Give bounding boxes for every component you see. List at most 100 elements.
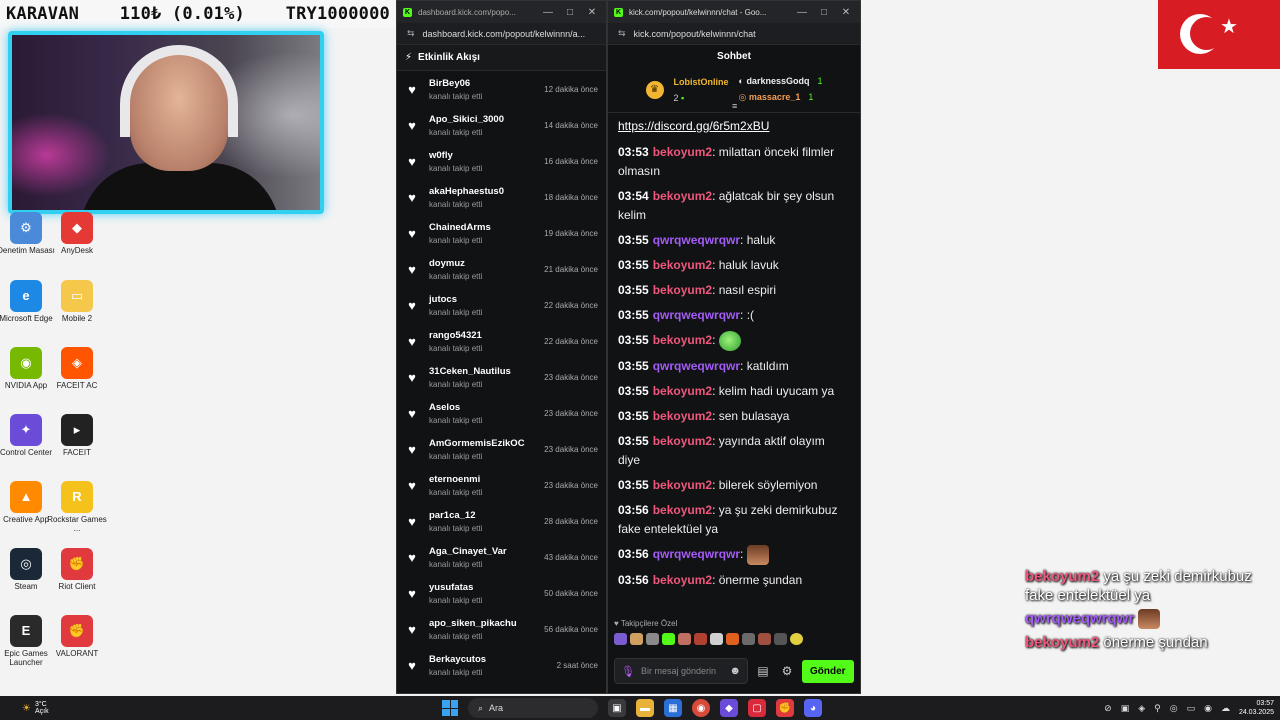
chrome-icon[interactable]: ◉ (692, 699, 710, 717)
message-username[interactable]: bekoyum2 (653, 145, 712, 159)
activity-event-row[interactable]: ♥ yusufatas kanalı takip etti 50 dakika önc… (397, 575, 606, 611)
discord-icon[interactable]: ◕ (804, 699, 822, 717)
site-info-icon[interactable]: ⇆ (618, 28, 626, 39)
third-gifter[interactable]: ◎ massacre_1 1 (739, 92, 823, 103)
dashboard-titlebar[interactable]: K dashboard.kick.com/popo... — □ ✕ (397, 1, 606, 23)
top-gifters-bar[interactable]: ♛ LobistOnline 2 ▪ ◐ darknessGodq 1 ◎ mas… (608, 67, 860, 113)
mic-icon[interactable]: 🎙 (621, 665, 635, 678)
activity-event-row[interactable]: ♥ Apo_Sikici_3000 kanalı takip etti 14 daki… (397, 107, 606, 143)
dashboard-url-bar[interactable]: ⇆ dashboard.kick.com/popout/kelwinnn/a..… (397, 23, 606, 45)
activity-event-row[interactable]: ♥ rango54321 kanalı takip etti 22 dakika ön… (397, 323, 606, 359)
chat-message[interactable]: 03:56 bekoyum2: ya şu zeki demirkubuz fak… (618, 501, 850, 539)
activity-event-row[interactable]: ♥ jutocs kanalı takip etti 22 dakika önce (397, 287, 606, 323)
chat-input[interactable]: 🎙 Bir mesaj gönderin ☻ (614, 658, 748, 684)
tray-icon[interactable]: ▭ (1187, 703, 1196, 714)
weather-widget[interactable]: ☀ 3°C Açık (0, 701, 49, 715)
desktop-icon[interactable]: ✊ Riot Client (46, 548, 108, 591)
close-button[interactable]: ✕ (838, 7, 854, 18)
message-username[interactable]: qwrqweqwrqwr (653, 308, 740, 322)
file-explorer-icon[interactable]: ▬ (636, 699, 654, 717)
chat-message[interactable]: 03:53 bekoyum2: milattan önceki filmler o… (618, 143, 850, 181)
activity-event-row[interactable]: ♥ apo_siken_pikachu kanalı takip etti 56 da… (397, 611, 606, 647)
desktop-icon[interactable]: ✊ VALORANT (46, 615, 108, 658)
app-icon[interactable]: ✊ (776, 699, 794, 717)
taskbar-search[interactable]: ⌕ Ara (468, 698, 598, 718)
chat-message[interactable]: 03:55 bekoyum2: (618, 331, 850, 351)
activity-event-row[interactable]: ♥ BirBey06 kanalı takip etti 12 dakika önce (397, 71, 606, 107)
emote[interactable] (726, 633, 739, 645)
emote[interactable] (758, 633, 771, 645)
desktop-icon[interactable]: ◈ FACEIT AC (46, 347, 108, 390)
message-username[interactable]: qwrqweqwrqwr (653, 359, 740, 373)
emote[interactable] (630, 633, 643, 645)
chat-titlebar[interactable]: K kick.com/popout/kelwinnn/chat - Goo...… (608, 1, 860, 23)
message-username[interactable]: bekoyum2 (653, 409, 712, 423)
tray-icon[interactable]: ⚲ (1154, 703, 1161, 714)
chat-window[interactable]: K kick.com/popout/kelwinnn/chat - Goo...… (607, 0, 861, 694)
emoji-icon[interactable]: ☻ (729, 665, 741, 677)
chat-message[interactable]: 03:55 qwrqweqwrqwr: haluk (618, 231, 850, 250)
second-gifter[interactable]: ◐ darknessGodq 1 (739, 76, 823, 86)
chat-message[interactable]: 03:55 qwrqweqwrqwr: :( (618, 306, 850, 325)
tray-icon[interactable]: ◎ (1170, 703, 1178, 714)
site-info-icon[interactable]: ⇆ (407, 28, 415, 39)
emote[interactable] (614, 633, 627, 645)
tray-icon[interactable]: ◉ (1204, 703, 1212, 714)
message-username[interactable]: bekoyum2 (653, 573, 712, 587)
activity-event-row[interactable]: ♥ doymuz kanalı takip etti 21 dakika önce (397, 251, 606, 287)
windows-start-icon[interactable] (442, 700, 458, 716)
activity-event-row[interactable]: ♥ Aga_Cinayet_Var kanalı takip etti 43 daki… (397, 539, 606, 575)
activity-event-row[interactable]: ♥ 31Ceken_Nautilus kanalı takip etti 23 dak… (397, 359, 606, 395)
activity-event-row[interactable]: ♥ par1ca_12 kanalı takip etti 28 dakika önc… (397, 503, 606, 539)
activity-event-row[interactable]: ♥ akaHephaestus0 kanalı takip etti 18 dakik… (397, 179, 606, 215)
chat-message[interactable]: 03:56 bekoyum2: önerme şundan (618, 571, 850, 590)
close-button[interactable]: ✕ (584, 7, 600, 18)
emote[interactable] (694, 633, 707, 645)
activity-event-row[interactable]: ♥ ChainedArms kanalı takip etti 19 dakika ö… (397, 215, 606, 251)
chat-message[interactable]: 03:55 bekoyum2: sen bulasaya (618, 407, 850, 426)
message-username[interactable]: bekoyum2 (653, 384, 712, 398)
maximize-button[interactable]: □ (816, 7, 832, 18)
desktop-icon[interactable]: ◆ AnyDesk (46, 212, 108, 255)
chat-message[interactable]: 03:54 bekoyum2: ağlatcak bir şey olsun ke… (618, 187, 850, 225)
message-username[interactable]: bekoyum2 (653, 258, 712, 272)
chat-messages[interactable]: https://discord.gg/6r5m2xBU 03:53 bekoyum… (608, 113, 860, 606)
clock[interactable]: 03:57 24.03.2025 (1239, 699, 1274, 717)
top-gifter[interactable]: LobistOnline (674, 77, 729, 87)
emote[interactable] (790, 633, 803, 645)
chat-message[interactable]: 03:55 bekoyum2: bilerek söylemiyon (618, 476, 850, 495)
emote[interactable] (710, 633, 723, 645)
dashboard-window[interactable]: K dashboard.kick.com/popo... — □ ✕ ⇆ das… (396, 0, 607, 694)
message-username[interactable]: bekoyum2 (653, 189, 712, 203)
tray-icon[interactable]: ◈ (1138, 703, 1145, 714)
discord-link[interactable]: https://discord.gg/6r5m2xBU (618, 117, 850, 135)
gear-icon[interactable]: ⚙ (778, 664, 796, 678)
message-username[interactable]: bekoyum2 (653, 283, 712, 297)
activity-event-row[interactable]: ♥ Berkaycutos kanalı takip etti 2 saat önce (397, 647, 606, 683)
send-button[interactable]: Gönder (802, 659, 854, 683)
message-username[interactable]: bekoyum2 (653, 478, 712, 492)
chat-message[interactable]: 03:55 bekoyum2: haluk lavuk (618, 256, 850, 275)
expand-handle-icon[interactable]: ≡ (732, 101, 737, 111)
message-username[interactable]: qwrqweqwrqwr (653, 233, 740, 247)
chat-message[interactable]: 03:55 bekoyum2: kelim hadi uyucam ya (618, 382, 850, 401)
message-username[interactable]: bekoyum2 (653, 333, 712, 347)
message-username[interactable]: qwrqweqwrqwr (653, 547, 740, 561)
minimize-button[interactable]: — (540, 7, 556, 18)
emote[interactable] (742, 633, 755, 645)
message-username[interactable]: bekoyum2 (653, 434, 712, 448)
tray-icon[interactable]: ▣ (1121, 703, 1130, 714)
chat-message[interactable]: 03:55 bekoyum2: yayında aktif olayım diye (618, 432, 850, 470)
app-icon[interactable]: ▢ (748, 699, 766, 717)
activity-event-row[interactable]: ♥ AmGormemisEzikOC kanalı takip etti 23 dak… (397, 431, 606, 467)
gift-icon[interactable]: ▤ (754, 664, 772, 678)
message-username[interactable]: bekoyum2 (653, 503, 712, 517)
store-icon[interactable]: ▦ (664, 699, 682, 717)
activity-event-row[interactable]: ♥ Aselos kanalı takip etti 23 dakika önce (397, 395, 606, 431)
emote[interactable] (774, 633, 787, 645)
emote[interactable] (646, 633, 659, 645)
tray-icon[interactable]: ☁ (1221, 703, 1230, 714)
maximize-button[interactable]: □ (562, 7, 578, 18)
chat-message[interactable]: 03:55 bekoyum2: nasıl espiri (618, 281, 850, 300)
desktop-icon[interactable]: R Rockstar Games ... (46, 481, 108, 533)
